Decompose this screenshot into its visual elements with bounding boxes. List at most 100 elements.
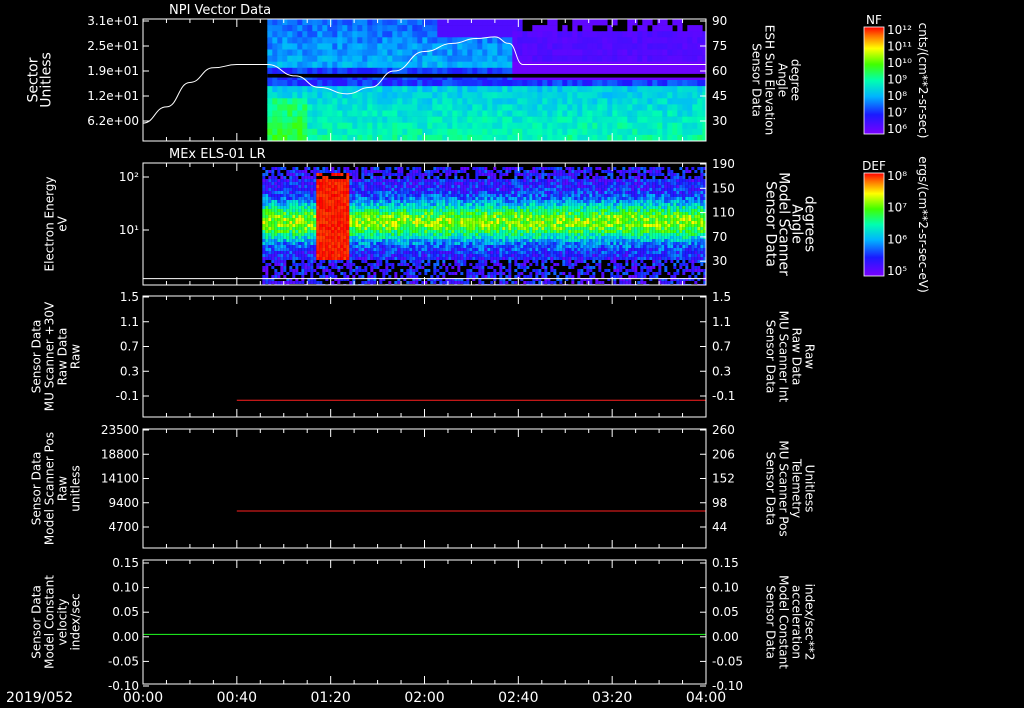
spectrogram-cell bbox=[442, 212, 446, 215]
spectrogram-cell bbox=[472, 128, 478, 136]
spectrogram-cell bbox=[583, 230, 587, 233]
spectrogram-cell bbox=[637, 212, 641, 215]
spectrogram-cell bbox=[437, 116, 443, 123]
spectrogram-cell bbox=[687, 43, 693, 50]
spectrogram-cell bbox=[568, 233, 572, 236]
spectrogram-cell bbox=[280, 173, 284, 176]
spectrogram-cell bbox=[511, 215, 515, 218]
spectrogram-cell bbox=[631, 224, 635, 227]
spectrogram-cell bbox=[478, 227, 482, 230]
spectrogram-cell bbox=[514, 167, 518, 170]
spectrogram-cell bbox=[343, 191, 347, 194]
spectrogram-cell bbox=[265, 191, 269, 194]
spectrogram-cell bbox=[447, 110, 453, 117]
spectrogram-cell bbox=[487, 176, 491, 179]
spectrogram-cell bbox=[517, 233, 521, 236]
spectrogram-cell bbox=[271, 227, 275, 230]
spectrogram-cell bbox=[328, 230, 332, 233]
spectrogram-cell bbox=[688, 191, 692, 194]
spectrogram-cell bbox=[646, 224, 650, 227]
spectrogram-cell bbox=[652, 104, 658, 111]
spectrogram-cell bbox=[391, 206, 395, 209]
spectrogram-cell bbox=[637, 134, 643, 141]
spectrogram-cell bbox=[418, 218, 422, 221]
spectrogram-cell bbox=[484, 206, 488, 209]
spectrogram-cell bbox=[553, 191, 557, 194]
spectrogram-cell bbox=[526, 191, 530, 194]
spectrogram-cell bbox=[685, 230, 689, 233]
spectrogram-cell bbox=[613, 194, 617, 197]
spectrogram-cell bbox=[372, 110, 378, 117]
spectrogram-cell bbox=[505, 179, 509, 182]
spectrogram-cell bbox=[601, 182, 605, 185]
spectrogram-cell bbox=[655, 194, 659, 197]
spectrogram-cell bbox=[370, 212, 374, 215]
spectrogram-cell bbox=[289, 173, 293, 176]
spectrogram-cell bbox=[655, 173, 659, 176]
spectrogram-cell bbox=[307, 185, 311, 188]
spectrogram-cell bbox=[514, 179, 518, 182]
spectrogram-cell bbox=[535, 233, 539, 236]
spectrogram-cell bbox=[463, 167, 467, 170]
spectrogram-cell bbox=[526, 215, 530, 218]
spectrogram-cell bbox=[268, 185, 272, 188]
spectrogram-cell bbox=[385, 218, 389, 221]
spectrogram-cell bbox=[412, 221, 416, 224]
spectrogram-cell bbox=[577, 104, 583, 111]
spectrogram-cell bbox=[442, 116, 448, 123]
spectrogram-cell bbox=[392, 104, 398, 111]
spectrogram-cell bbox=[272, 19, 278, 26]
spectrogram-cell bbox=[391, 230, 395, 233]
spectrogram-cell bbox=[355, 221, 359, 224]
spectrogram-cell bbox=[691, 182, 695, 185]
spectrogram-cell bbox=[463, 191, 467, 194]
spectrogram-cell bbox=[597, 128, 603, 136]
spectrogram-cell bbox=[583, 227, 587, 230]
spectrogram-cell bbox=[627, 55, 633, 62]
spectrogram-cell bbox=[337, 212, 341, 215]
spectrogram-cell bbox=[492, 98, 498, 105]
spectrogram-cell bbox=[267, 67, 273, 75]
spectrogram-cell bbox=[661, 218, 665, 221]
spectrogram-cell bbox=[376, 170, 380, 173]
spectrogram-cell bbox=[657, 19, 663, 26]
spectrogram-cell bbox=[475, 191, 479, 194]
spectrogram-cell bbox=[436, 212, 440, 215]
spectrogram-cell bbox=[406, 221, 410, 224]
spectrogram-cell bbox=[592, 191, 596, 194]
spectrogram-cell bbox=[448, 215, 452, 218]
spectrogram-cell bbox=[487, 61, 493, 69]
spectrogram-cell bbox=[655, 200, 659, 203]
spectrogram-cell bbox=[437, 55, 443, 62]
spectrogram-cell bbox=[277, 122, 283, 130]
spectrogram-cell bbox=[520, 203, 524, 206]
spectrogram-cell bbox=[582, 110, 588, 117]
spectrogram-cell bbox=[613, 200, 617, 203]
spectrogram-cell bbox=[412, 122, 418, 130]
spectrogram-cell bbox=[511, 227, 515, 230]
spectrogram-cell bbox=[347, 43, 353, 50]
spectrogram-cell bbox=[322, 86, 328, 93]
spectrogram-cell bbox=[332, 122, 338, 130]
spectrogram-cell bbox=[670, 227, 674, 230]
spectrogram-cell bbox=[677, 134, 683, 141]
spectrogram-cell bbox=[388, 176, 392, 179]
spectrogram-cell bbox=[556, 188, 560, 191]
spectrogram-cell bbox=[349, 203, 353, 206]
spectrogram-cell bbox=[312, 104, 318, 111]
spectrogram-cell bbox=[577, 86, 583, 93]
spectrogram-cell bbox=[496, 212, 500, 215]
spectrogram-cell bbox=[412, 230, 416, 233]
spectrogram-cell bbox=[592, 227, 596, 230]
spectrogram-cell bbox=[307, 116, 313, 123]
spectrogram-cell bbox=[502, 200, 506, 203]
spectrogram-cell bbox=[587, 19, 593, 26]
spectrogram-cell bbox=[304, 224, 308, 227]
spectrogram-cell bbox=[402, 86, 408, 93]
spectrogram-cell bbox=[682, 80, 688, 87]
spectrogram-cell bbox=[664, 200, 668, 203]
spectrogram-cell bbox=[702, 43, 706, 50]
spectrogram-cell bbox=[487, 191, 491, 194]
spectrogram-cell bbox=[655, 233, 659, 236]
spectrogram-cell bbox=[451, 188, 455, 191]
